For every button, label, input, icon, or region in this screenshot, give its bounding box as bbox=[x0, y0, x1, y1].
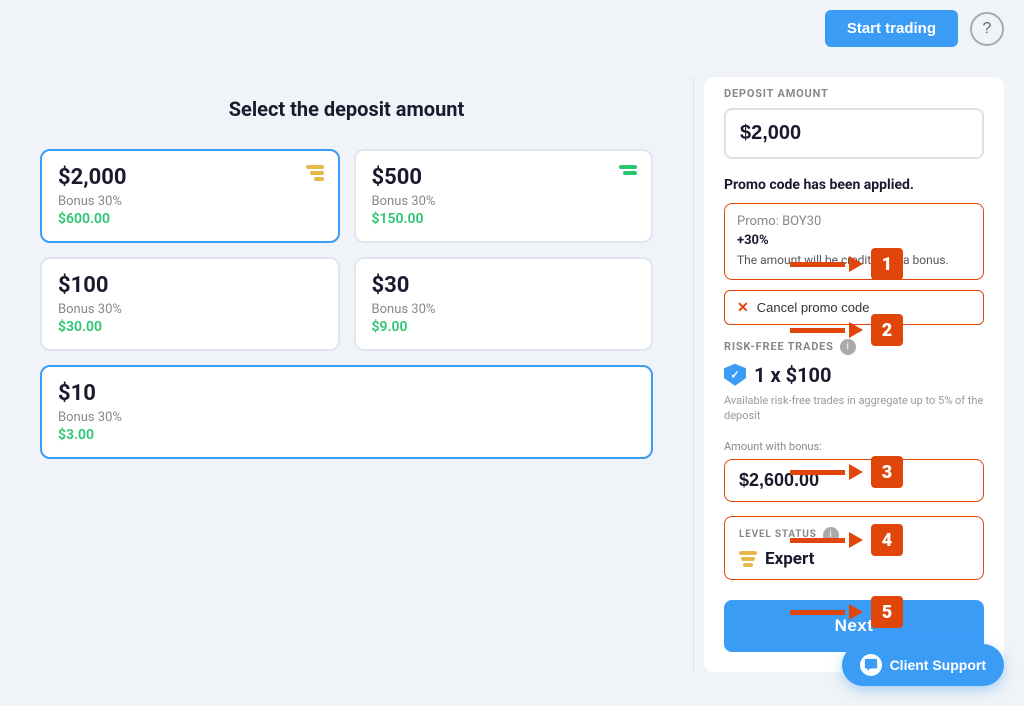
level-status-value: Expert bbox=[739, 549, 969, 569]
deposit-card-10[interactable]: $10 Bonus 30% $3.00 bbox=[40, 365, 653, 459]
level-status-header: LEVEL STATUS i bbox=[739, 527, 969, 543]
deposit-card-bonus-value: $600.00 bbox=[58, 211, 322, 227]
deposit-card-bonus-value: $9.00 bbox=[372, 319, 636, 335]
client-support-label: Client Support bbox=[890, 657, 986, 673]
panel-divider bbox=[693, 77, 694, 672]
help-icon-button[interactable]: ? bbox=[970, 12, 1004, 46]
risk-free-value: ✓ 1 x $100 bbox=[724, 363, 984, 387]
left-panel: Select the deposit amount $2,000 Bonus 3… bbox=[20, 77, 683, 672]
chat-svg-icon bbox=[864, 658, 878, 672]
chat-bubble-icon bbox=[860, 654, 882, 676]
cancel-promo-button[interactable]: ✕ Cancel promo code bbox=[724, 290, 984, 325]
deposit-card-bonus-label: Bonus 30% bbox=[372, 194, 636, 209]
promo-code-label: Promo: BOY30 bbox=[737, 214, 971, 229]
deposit-card-amount: $100 bbox=[58, 273, 322, 298]
risk-free-amount: 1 x $100 bbox=[754, 363, 832, 387]
expert-icon bbox=[739, 551, 757, 567]
deposit-card-bonus-label: Bonus 30% bbox=[58, 194, 322, 209]
deposit-card-100[interactable]: $100 Bonus 30% $30.00 bbox=[40, 257, 340, 351]
deposit-amount-label: DEPOSIT AMOUNT bbox=[724, 87, 984, 100]
level-status-label: LEVEL STATUS bbox=[739, 529, 817, 540]
risk-free-info-icon[interactable]: i bbox=[840, 339, 856, 355]
deposit-card-amount: $2,000 bbox=[58, 165, 322, 190]
risk-free-note: Available risk-free trades in aggregate … bbox=[724, 393, 984, 424]
deposit-card-amount: $500 bbox=[372, 165, 636, 190]
deposit-card-amount: $10 bbox=[58, 381, 635, 406]
panel-title: Select the deposit amount bbox=[40, 97, 653, 121]
deposit-card-bonus-label: Bonus 30% bbox=[372, 302, 636, 317]
main-layout: Select the deposit amount $2,000 Bonus 3… bbox=[0, 57, 1024, 692]
deposit-card-bonus-value: $150.00 bbox=[372, 211, 636, 227]
deposit-grid: $2,000 Bonus 30% $600.00 $500 Bonus 30% … bbox=[40, 149, 653, 459]
cancel-x-icon: ✕ bbox=[737, 299, 749, 316]
risk-free-header: RISK-FREE TRADES i bbox=[724, 339, 984, 355]
topbar: Start trading ? bbox=[0, 0, 1024, 57]
deposit-card-500[interactable]: $500 Bonus 30% $150.00 bbox=[354, 149, 654, 243]
client-support-button[interactable]: Client Support bbox=[842, 644, 1004, 686]
amount-bonus-input[interactable] bbox=[724, 459, 984, 502]
level-status-info-icon[interactable]: i bbox=[823, 527, 839, 543]
promo-description: The amount will be credited as a bonus. bbox=[737, 252, 971, 269]
deposit-card-bonus-value: $30.00 bbox=[58, 319, 322, 335]
level-status-box: LEVEL STATUS i Expert bbox=[724, 516, 984, 580]
deposit-card-bonus-label: Bonus 30% bbox=[58, 302, 322, 317]
deposit-amount-input[interactable] bbox=[724, 108, 984, 159]
gold-stack-icon bbox=[306, 165, 324, 181]
level-status-text: Expert bbox=[765, 549, 814, 569]
start-trading-button[interactable]: Start trading bbox=[825, 10, 958, 47]
deposit-card-bonus-value: $3.00 bbox=[58, 427, 635, 443]
deposit-card-amount: $30 bbox=[372, 273, 636, 298]
promo-applied-text: Promo code has been applied. bbox=[724, 177, 984, 193]
right-panel: DEPOSIT AMOUNT Promo code has been appli… bbox=[704, 77, 1004, 672]
risk-free-label: RISK-FREE TRADES bbox=[724, 340, 834, 353]
promo-box: Promo: BOY30 +30% The amount will be cre… bbox=[724, 203, 984, 280]
question-mark-icon: ? bbox=[983, 20, 992, 38]
deposit-card-2000[interactable]: $2,000 Bonus 30% $600.00 bbox=[40, 149, 340, 243]
green-stack-icon bbox=[619, 165, 637, 175]
cancel-promo-label: Cancel promo code bbox=[757, 300, 870, 315]
amount-bonus-label: Amount with bonus: bbox=[724, 440, 984, 453]
promo-percent: +30% bbox=[737, 233, 971, 248]
deposit-card-bonus-label: Bonus 30% bbox=[58, 410, 635, 425]
deposit-card-30[interactable]: $30 Bonus 30% $9.00 bbox=[354, 257, 654, 351]
